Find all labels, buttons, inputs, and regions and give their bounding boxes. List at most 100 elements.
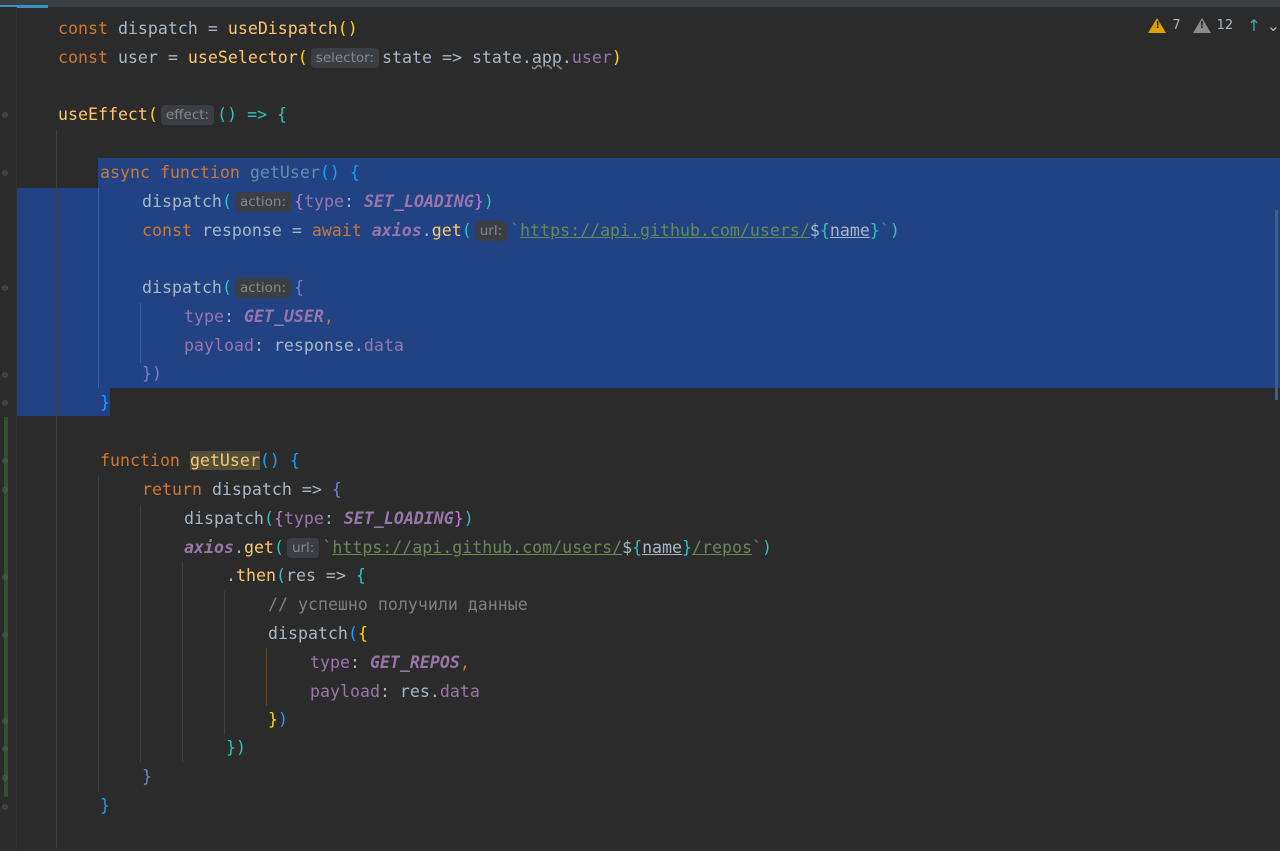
string: ` [322, 538, 333, 557]
keyword: await [311, 221, 362, 240]
bracket: }) [142, 364, 162, 383]
fold-icon[interactable]: ⊖ [2, 486, 12, 496]
bracket: ) [761, 538, 772, 557]
code-text: . [226, 566, 236, 585]
fold-icon[interactable]: ⊖ [2, 371, 12, 381]
warning-icon [1148, 17, 1167, 33]
bracket: ( [297, 48, 308, 67]
inspection-widget[interactable]: 7 12 ↑ ⌄ [1148, 14, 1280, 36]
identifier: name [829, 221, 870, 240]
string: ` [510, 221, 521, 240]
fold-icon[interactable]: ⊖ [2, 573, 12, 583]
previous-highlight-icon[interactable]: ↑ [1247, 16, 1260, 35]
parameter-hint: selector: [310, 48, 380, 68]
bracket: } [142, 767, 152, 786]
code-line: .then(res => { [226, 562, 366, 590]
code-text: : [344, 192, 364, 211]
fold-icon[interactable]: ⊖ [2, 774, 12, 784]
code-text: $ [809, 221, 820, 240]
fold-icon[interactable]: ⊖ [2, 169, 12, 179]
constant: SET_LOADING [343, 509, 454, 528]
code-line: // успешно получили данные [268, 591, 528, 619]
editor-tab-strip [0, 0, 1280, 8]
keyword: const [142, 221, 192, 240]
code-line: } [100, 792, 110, 820]
function-name: useSelector [187, 48, 298, 67]
scrollbar-thumb[interactable] [1275, 210, 1278, 400]
bracket: { [819, 221, 830, 240]
function-name: useDispatch [227, 19, 338, 38]
string-url[interactable]: /repos [692, 538, 752, 557]
code-text: . [421, 221, 432, 240]
code-line: type: GET_USER, [184, 303, 334, 331]
bracket: } [473, 192, 484, 211]
code-text: . [233, 538, 244, 557]
function-name: then [236, 566, 276, 585]
bracket: } [226, 738, 236, 757]
code-text: dispatch [268, 624, 348, 643]
keyword: const [58, 19, 108, 38]
editor-gutter[interactable]: ⊖ ⊖ ⊖ ⊖ ⊖ ⊖ ⊖ ⊖ ⊖ ⊖ ⊖ ⊖ ⊖ [0, 7, 17, 851]
identifier: axios [371, 221, 422, 240]
string-url[interactable]: https://api.github.com/users/ [520, 221, 810, 240]
warnings-count: 7 [1172, 17, 1181, 33]
bracket: ) [611, 48, 622, 67]
function-name: getUser [249, 163, 320, 182]
keyword: function [100, 451, 180, 470]
indent-guide [140, 505, 141, 763]
property: user [571, 48, 612, 67]
function-name: getUser [189, 451, 260, 470]
bracket: ) [236, 738, 246, 757]
bracket: { [357, 624, 368, 643]
constant: GET_USER [243, 307, 324, 326]
code-text: dispatch [142, 192, 222, 211]
fold-icon[interactable]: ⊖ [2, 631, 12, 641]
fold-icon[interactable]: ⊖ [2, 745, 12, 755]
fold-icon[interactable]: ⊖ [2, 457, 12, 467]
string: ` [879, 221, 890, 240]
code-editor[interactable]: ⊖ ⊖ ⊖ ⊖ ⊖ ⊖ ⊖ ⊖ ⊖ ⊖ ⊖ ⊖ ⊖ 7 12 ↑ ⌄ const… [0, 0, 1280, 851]
code-text: : res. [379, 682, 440, 701]
bracket: () [337, 19, 358, 38]
vcs-change-marker [4, 417, 8, 797]
code-line: payload: response.data [184, 332, 404, 360]
fold-icon[interactable]: ⊖ [2, 717, 12, 727]
property: payload [310, 682, 380, 701]
identifier: axios [184, 538, 234, 557]
code-line: }) [142, 360, 162, 388]
bracket: ( [461, 221, 472, 240]
code-line: const dispatch = useDispatch() [58, 15, 358, 43]
bracket: ( [347, 624, 358, 643]
bracket: ( [147, 105, 158, 124]
fold-icon[interactable]: ⊖ [2, 284, 12, 294]
code-text: app [531, 48, 562, 67]
next-highlight-icon[interactable]: ⌄ [1267, 16, 1280, 35]
property: type [283, 509, 324, 528]
keyword: const [58, 48, 108, 67]
constant: GET_REPOS [369, 653, 460, 672]
code-text: : [223, 307, 244, 326]
code-text: res => [285, 566, 356, 585]
bracket: } [453, 509, 464, 528]
parameter-hint: action: [234, 192, 292, 212]
indent-guide [266, 648, 267, 706]
indent-guide [224, 591, 225, 735]
fold-icon[interactable]: ⊖ [2, 399, 12, 409]
indent-guide [98, 476, 99, 792]
bracket: { [331, 480, 342, 499]
constant: SET_LOADING [364, 192, 474, 211]
code-text: : response. [253, 336, 364, 355]
bracket: ( [275, 566, 286, 585]
code-text: : [349, 653, 370, 672]
fold-icon[interactable]: ⊖ [2, 803, 12, 813]
fold-icon[interactable]: ⊖ [2, 111, 12, 121]
bracket: } [100, 796, 110, 815]
code-line: type: GET_REPOS, [310, 649, 470, 677]
bracket: { [349, 163, 360, 182]
string-url[interactable]: https://api.github.com/users/ [332, 538, 622, 557]
indent-guide [140, 303, 141, 363]
bracket: ) [463, 509, 474, 528]
punctuation: , [323, 307, 334, 326]
